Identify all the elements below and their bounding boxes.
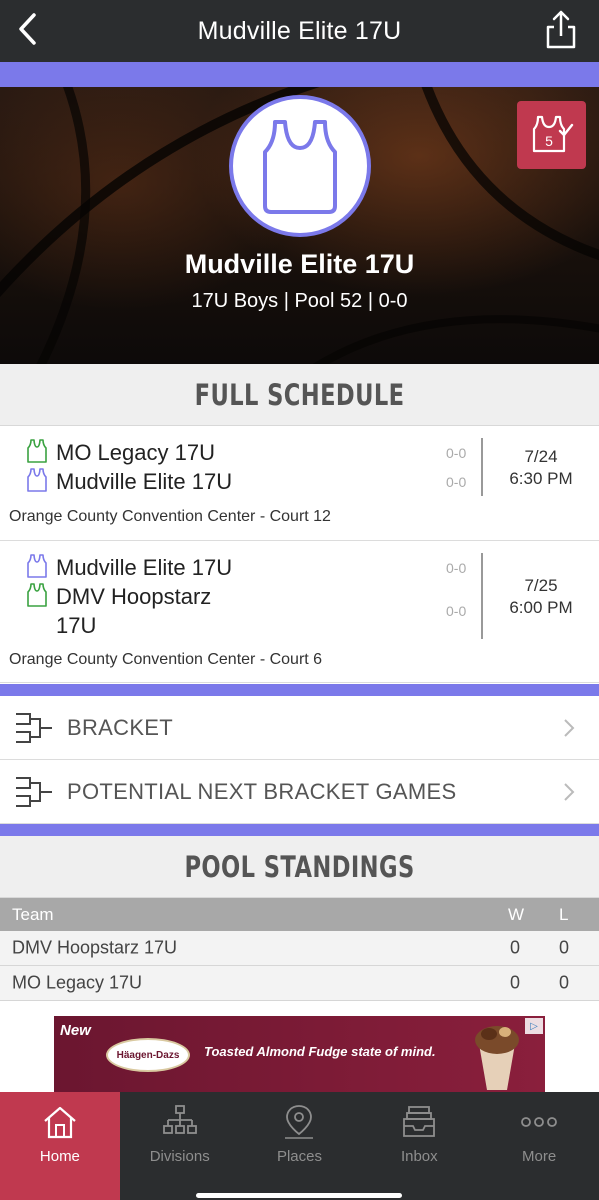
- ad-new-label: New: [60, 1022, 91, 1039]
- team-logo: [229, 95, 371, 237]
- team-name: Mudville Elite 17U: [56, 555, 233, 580]
- standing-wins: 0: [510, 972, 521, 993]
- adchoices-icon[interactable]: ▷: [525, 1018, 543, 1034]
- jersey-icon: [263, 120, 337, 214]
- accent-strip: [0, 684, 599, 696]
- team-subtitle: 17U Boys | Pool 52 | 0-0: [191, 290, 408, 312]
- svg-text:5: 5: [545, 133, 553, 149]
- page-title: Mudville Elite 17U: [197, 16, 402, 45]
- tab-divisions[interactable]: Divisions: [120, 1092, 240, 1200]
- tab-more[interactable]: More: [479, 1092, 599, 1200]
- jersey-icon: [27, 554, 47, 578]
- game-card[interactable]: Mudville Elite 17U DMV Hoopstarz 17U 0-0 …: [0, 541, 599, 683]
- game-date: 7/25: [524, 576, 558, 595]
- back-button[interactable]: [8, 9, 48, 49]
- top-nav-bar: Mudville Elite 17U: [0, 0, 599, 62]
- standings-header-label: POOL STANDINGS: [184, 849, 415, 884]
- standing-team: DMV Hoopstarz 17U: [12, 937, 178, 958]
- standing-losses: 0: [559, 972, 570, 993]
- team-score: 0-0: [446, 603, 467, 619]
- bracket-icon: [16, 713, 52, 743]
- chevron-right-icon: [564, 783, 575, 801]
- home-indicator: [196, 1193, 402, 1198]
- table-row[interactable]: MO Legacy 17U 0 0: [0, 966, 599, 1001]
- game-date: 7/24: [524, 447, 558, 466]
- home-icon: [44, 1106, 76, 1139]
- game-card[interactable]: MO Legacy 17U Mudville Elite 17U 0-0 0-0…: [0, 426, 599, 541]
- jersey-icon: [27, 468, 47, 492]
- game-team-row: Mudville Elite 17U: [26, 553, 232, 582]
- game-time: 6:00 PM: [509, 598, 573, 617]
- team-name-line: 17U: [56, 613, 97, 638]
- col-wins: W: [508, 904, 525, 924]
- bracket-label: BRACKET: [67, 714, 174, 740]
- ad-brand-logo: Häagen-Dazs: [106, 1038, 190, 1072]
- potential-bracket-games-link[interactable]: POTENTIAL NEXT BRACKET GAMES: [0, 760, 599, 824]
- table-row[interactable]: DMV Hoopstarz 17U 0 0: [0, 931, 599, 966]
- standings-header: POOL STANDINGS: [0, 836, 599, 898]
- standing-losses: 0: [559, 937, 570, 958]
- chevron-left-icon: [19, 13, 36, 45]
- game-venue: Orange County Convention Center - Court …: [9, 508, 331, 525]
- game-venue: Orange County Convention Center - Court …: [9, 651, 323, 668]
- accent-strip: [0, 62, 599, 87]
- tab-label: Home: [39, 1148, 80, 1165]
- standing-team: MO Legacy 17U: [12, 972, 143, 993]
- bracket-icon: [16, 777, 52, 807]
- share-button[interactable]: [541, 7, 581, 51]
- map-pin-icon: [285, 1105, 314, 1139]
- ad-tagline: Toasted Almond Fudge state of mind.: [204, 1044, 436, 1059]
- tab-home[interactable]: Home: [0, 1092, 120, 1200]
- team-score: 0-0: [446, 474, 467, 490]
- team-badge-button[interactable]: 5: [517, 101, 586, 169]
- team-score: 0-0: [446, 445, 467, 461]
- tab-label: Divisions: [149, 1148, 210, 1165]
- accent-strip: [0, 824, 599, 836]
- col-losses: L: [559, 904, 569, 924]
- ad-brand-text: Häagen-Dazs: [116, 1049, 180, 1061]
- game-team-row: MO Legacy 17U: [26, 438, 215, 467]
- team-name: DMV Hoopstarz 17U: [56, 582, 211, 640]
- more-icon: [521, 1117, 557, 1127]
- tab-label: More: [521, 1148, 557, 1165]
- share-icon: [546, 10, 576, 49]
- bracket-link[interactable]: BRACKET: [0, 696, 599, 760]
- schedule-header: FULL SCHEDULE: [0, 364, 599, 426]
- team-name: Mudville Elite 17U: [184, 249, 415, 279]
- chevron-right-icon: [564, 719, 575, 737]
- team-score: 0-0: [446, 560, 467, 576]
- team-name: Mudville Elite 17U: [56, 469, 233, 494]
- schedule-header-label: FULL SCHEDULE: [194, 377, 405, 412]
- jersey-icon: [27, 583, 47, 607]
- tab-label: Places: [276, 1148, 322, 1165]
- game-team-row: Mudville Elite 17U: [26, 467, 232, 496]
- potential-bracket-label: POTENTIAL NEXT BRACKET GAMES: [67, 778, 457, 804]
- hierarchy-icon: [162, 1105, 197, 1134]
- game-time: 6:30 PM: [509, 469, 573, 488]
- bottom-tab-bar: Home Divisions Places Inbox More: [0, 1092, 599, 1200]
- team-name: MO Legacy 17U: [56, 440, 215, 465]
- ad-banner[interactable]: New Häagen-Dazs Toasted Almond Fudge sta…: [54, 1016, 545, 1092]
- tab-label: Inbox: [400, 1148, 438, 1165]
- standings-table-header: Team W L: [0, 898, 599, 931]
- standing-wins: 0: [510, 937, 521, 958]
- team-name-line: DMV Hoopstarz: [56, 584, 212, 609]
- tab-inbox[interactable]: Inbox: [359, 1092, 479, 1200]
- inbox-icon: [403, 1106, 436, 1137]
- game-team-row: DMV Hoopstarz 17U: [26, 582, 211, 640]
- col-team: Team: [12, 904, 54, 924]
- jersey-check-icon: 5: [532, 115, 573, 153]
- team-hero: 5 Mudville Elite 17U 17U Boys | Pool 52 …: [0, 87, 599, 364]
- ice-cream-image: [475, 1026, 519, 1090]
- tab-places[interactable]: Places: [240, 1092, 360, 1200]
- jersey-icon: [27, 439, 47, 463]
